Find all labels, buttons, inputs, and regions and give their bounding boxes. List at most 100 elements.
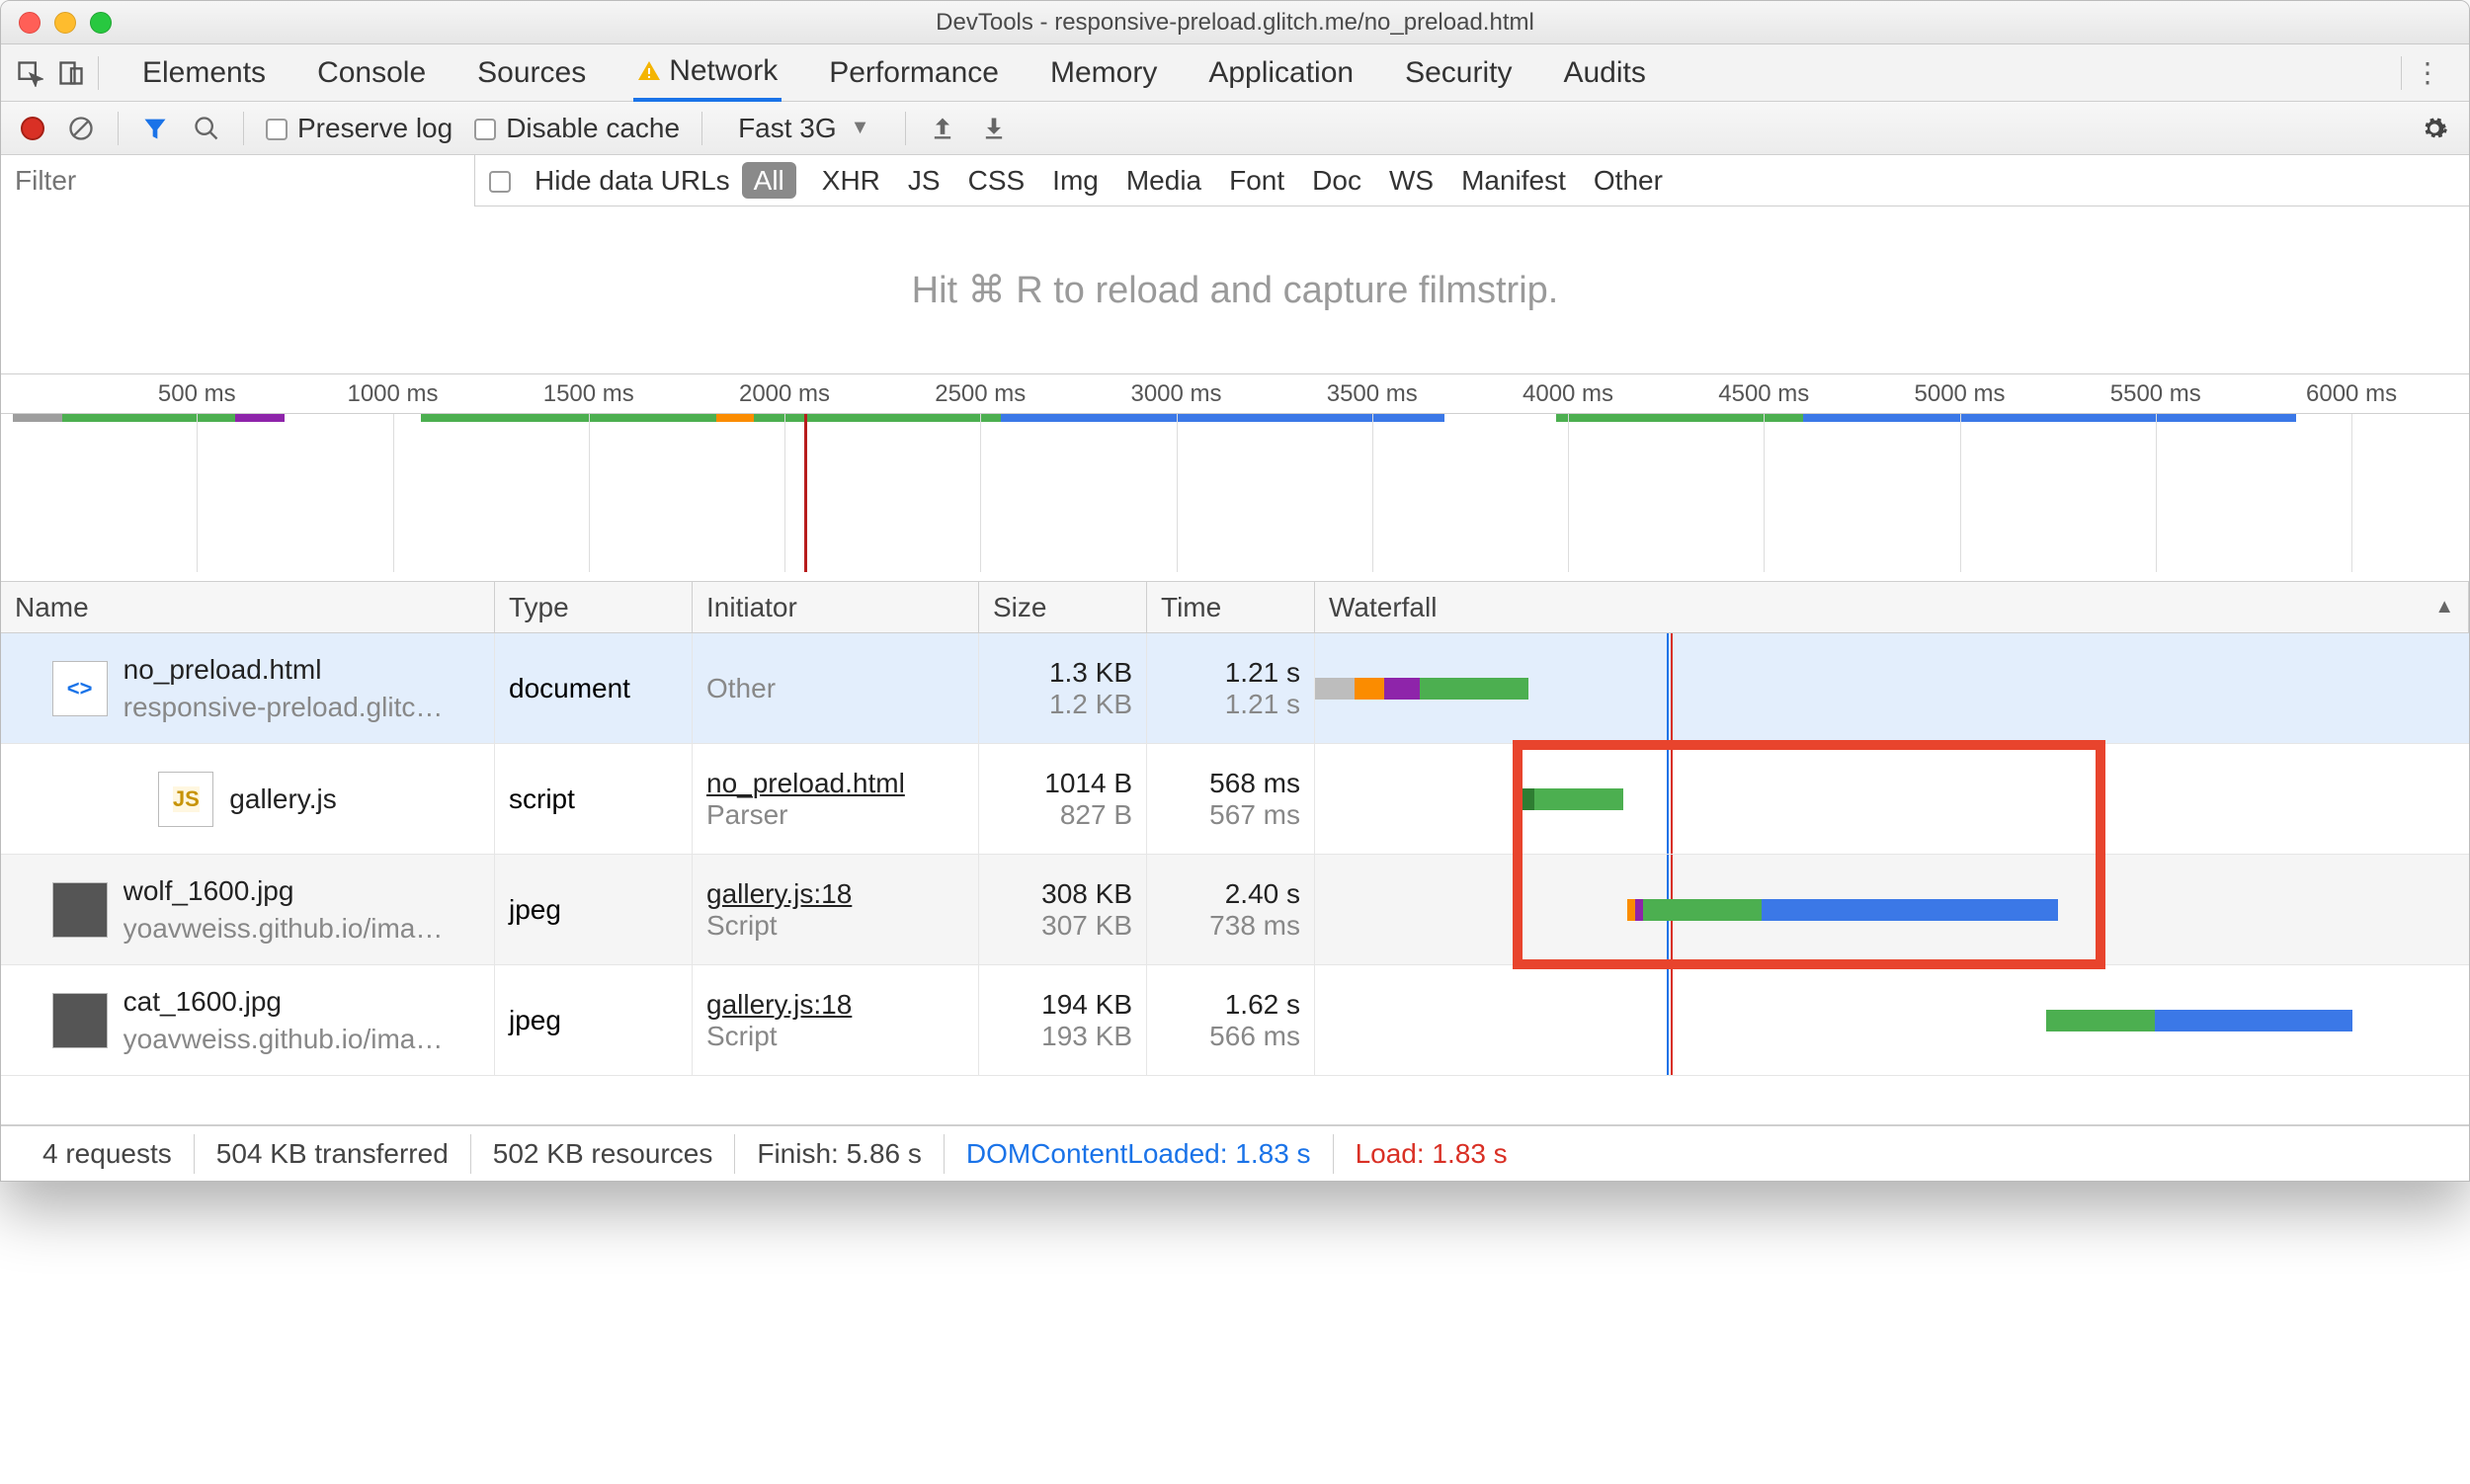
preserve-log-checkbox[interactable]: Preserve log bbox=[266, 113, 453, 144]
overview-tick: 2000 ms bbox=[739, 380, 830, 408]
waterfall-bar bbox=[1355, 678, 1384, 700]
filter-type-img[interactable]: Img bbox=[1052, 165, 1099, 196]
status-transferred: 504 KB transferred bbox=[195, 1134, 471, 1174]
status-dcl: DOMContentLoaded: 1.83 s bbox=[945, 1134, 1334, 1174]
throttling-select[interactable]: Fast 3G▼ bbox=[724, 113, 883, 144]
status-load: Load: 1.83 s bbox=[1334, 1134, 1529, 1174]
overview-tick: 500 ms bbox=[158, 380, 236, 408]
disable-cache-checkbox[interactable]: Disable cache bbox=[474, 113, 680, 144]
initiator-type: Parser bbox=[706, 799, 964, 831]
waterfall-cell[interactable] bbox=[1315, 744, 2469, 854]
upload-har-icon[interactable] bbox=[928, 114, 957, 143]
request-type: jpeg bbox=[495, 855, 693, 964]
overview-gridline bbox=[1764, 414, 1765, 572]
overview-gridline bbox=[2156, 414, 2157, 572]
column-size[interactable]: Size bbox=[979, 582, 1147, 632]
network-table-body: <>no_preload.htmlresponsive-preload.glit… bbox=[1, 633, 2469, 1076]
filter-type-css[interactable]: CSS bbox=[968, 165, 1026, 196]
overview-gridline bbox=[393, 414, 394, 572]
filter-type-other[interactable]: Other bbox=[1594, 165, 1663, 196]
more-menu-icon[interactable]: ⋮ bbox=[2402, 56, 2455, 89]
devtools-window: DevTools - responsive-preload.glitch.me/… bbox=[0, 0, 2470, 1182]
divider bbox=[98, 56, 99, 90]
column-waterfall[interactable]: Waterfall▲ bbox=[1315, 582, 2469, 632]
filter-type-media[interactable]: Media bbox=[1126, 165, 1201, 196]
hide-data-urls-checkbox[interactable]: Hide data URLs bbox=[489, 165, 730, 197]
status-requests: 4 requests bbox=[21, 1134, 195, 1174]
waterfall-cell[interactable] bbox=[1315, 965, 2469, 1075]
tab-audits[interactable]: Audits bbox=[1559, 44, 1649, 102]
filter-type-doc[interactable]: Doc bbox=[1312, 165, 1361, 196]
device-toolbar-icon[interactable] bbox=[56, 58, 86, 88]
tab-elements[interactable]: Elements bbox=[138, 44, 270, 102]
download-har-icon[interactable] bbox=[979, 114, 1009, 143]
network-table-header: Name Type Initiator Size Time Waterfall▲ bbox=[1, 582, 2469, 633]
search-icon[interactable] bbox=[192, 114, 221, 143]
column-time[interactable]: Time bbox=[1147, 582, 1315, 632]
overview-gridline bbox=[1177, 414, 1178, 572]
table-row[interactable]: wolf_1600.jpgyoavweiss.github.io/ima…jpe… bbox=[1, 855, 2469, 965]
window-title: DevTools - responsive-preload.glitch.me/… bbox=[1, 9, 2469, 37]
initiator-link[interactable]: gallery.js:18 bbox=[706, 878, 964, 910]
overview-tick: 1500 ms bbox=[543, 380, 634, 408]
overview-gridline bbox=[980, 414, 981, 572]
request-time-sub: 567 ms bbox=[1209, 799, 1300, 831]
tab-performance[interactable]: Performance bbox=[825, 44, 1003, 102]
dcl-line bbox=[1667, 744, 1669, 854]
filter-icon[interactable] bbox=[140, 114, 170, 143]
overview-cursor[interactable] bbox=[804, 414, 807, 572]
status-resources: 502 KB resources bbox=[471, 1134, 736, 1174]
request-size-sub: 827 B bbox=[1060, 799, 1132, 831]
overview-tick: 4500 ms bbox=[1718, 380, 1809, 408]
overview-tick: 3000 ms bbox=[1130, 380, 1221, 408]
tab-console[interactable]: Console bbox=[313, 44, 430, 102]
request-name: gallery.js bbox=[229, 781, 336, 818]
initiator-type: Script bbox=[706, 1021, 964, 1052]
tab-application[interactable]: Application bbox=[1204, 44, 1358, 102]
waterfall-bar bbox=[1384, 678, 1420, 700]
settings-gear-icon[interactable] bbox=[2420, 114, 2449, 143]
filmstrip-hint: Hit ⌘ R to reload and capture filmstrip. bbox=[1, 206, 2469, 374]
column-name[interactable]: Name bbox=[1, 582, 495, 632]
overview-timeline[interactable]: 500 ms1000 ms1500 ms2000 ms2500 ms3000 m… bbox=[1, 374, 2469, 582]
initiator-link[interactable]: no_preload.html bbox=[706, 768, 964, 799]
request-type: script bbox=[495, 744, 693, 854]
inspect-element-icon[interactable] bbox=[15, 58, 44, 88]
initiator-link[interactable]: gallery.js:18 bbox=[706, 989, 964, 1021]
overview-tick: 5500 ms bbox=[2110, 380, 2201, 408]
overview-gridline bbox=[589, 414, 590, 572]
waterfall-cell[interactable] bbox=[1315, 855, 2469, 964]
file-icon bbox=[52, 882, 108, 938]
record-button[interactable] bbox=[21, 117, 44, 140]
overview-gridline bbox=[1372, 414, 1373, 572]
overview-gridline bbox=[197, 414, 198, 572]
overview-gridline bbox=[2351, 414, 2352, 572]
table-row[interactable]: <>no_preload.htmlresponsive-preload.glit… bbox=[1, 633, 2469, 744]
overview-tick: 1000 ms bbox=[347, 380, 438, 408]
overview-tick: 4000 ms bbox=[1523, 380, 1613, 408]
tab-security[interactable]: Security bbox=[1401, 44, 1516, 102]
tab-memory[interactable]: Memory bbox=[1046, 44, 1161, 102]
filter-type-font[interactable]: Font bbox=[1229, 165, 1284, 196]
table-row[interactable]: JSgallery.jsscriptno_preload.htmlParser1… bbox=[1, 744, 2469, 855]
table-row[interactable]: cat_1600.jpgyoavweiss.github.io/ima…jpeg… bbox=[1, 965, 2469, 1076]
column-type[interactable]: Type bbox=[495, 582, 693, 632]
clear-icon[interactable] bbox=[66, 114, 96, 143]
divider bbox=[118, 112, 119, 145]
tab-network[interactable]: Network bbox=[633, 44, 782, 102]
filter-type-ws[interactable]: WS bbox=[1389, 165, 1434, 196]
waterfall-cell[interactable] bbox=[1315, 633, 2469, 743]
filter-input[interactable] bbox=[1, 155, 475, 206]
file-icon bbox=[52, 993, 108, 1048]
filter-type-manifest[interactable]: Manifest bbox=[1461, 165, 1566, 196]
filter-type-xhr[interactable]: XHR bbox=[822, 165, 880, 196]
overview-tick: 6000 ms bbox=[2306, 380, 2397, 408]
column-initiator[interactable]: Initiator bbox=[693, 582, 979, 632]
divider bbox=[701, 112, 702, 145]
divider bbox=[243, 112, 244, 145]
overview-gridline bbox=[784, 414, 785, 572]
filter-type-js[interactable]: JS bbox=[908, 165, 941, 196]
tab-sources[interactable]: Sources bbox=[473, 44, 590, 102]
filter-type-all[interactable]: All bbox=[742, 162, 796, 199]
request-type: document bbox=[495, 633, 693, 743]
